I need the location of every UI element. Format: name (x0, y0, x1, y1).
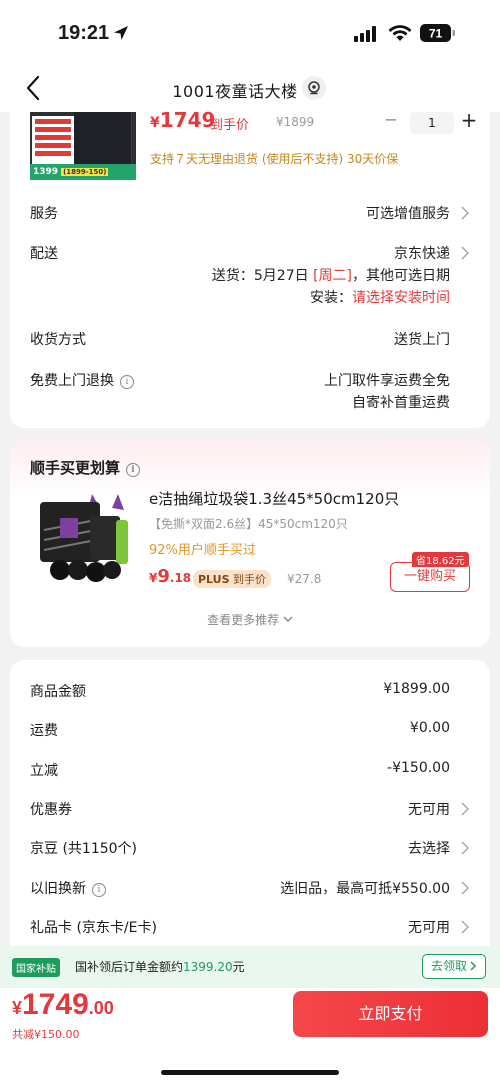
summary-label: 礼品卡 (京东卡/E卡) (30, 920, 157, 936)
status-time: 19:21 (58, 22, 110, 44)
store-location-icon[interactable] (302, 76, 326, 100)
summary-label: 京豆 (共1150个) (30, 841, 138, 857)
price-currency: ¥ (150, 115, 160, 131)
summary-value: 去选择 (408, 841, 450, 857)
summary-value: 无可用 (408, 920, 450, 936)
service-label: 服务 (30, 206, 58, 222)
quantity-stepper: − 1 + (382, 108, 482, 134)
install-line[interactable]: 安装：请选择安装时间 (310, 287, 450, 307)
product-card: 1399 (1899-150) ¥1749 到手价 ¥1899 − 1 + 支持７… (10, 108, 490, 428)
claim-subsidy-button[interactable]: 去领取 (422, 954, 486, 979)
free-return-line2: 自寄补首重运费 (352, 395, 450, 411)
national-subsidy-banner: 国家补贴 国补领后订单金额约1399.20元 去领取 (0, 946, 500, 988)
thumbnail-price-bar: 1399 (1899-150) (30, 164, 136, 180)
chevron-right-icon (461, 206, 470, 220)
addon-original-price: ¥27.8 (287, 572, 322, 586)
summary-label: 运费 (30, 723, 58, 739)
home-indicator[interactable] (161, 1070, 339, 1075)
price-value: 1749 (159, 108, 216, 132)
battery-icon: 71 (420, 24, 455, 42)
summary-value: ¥1899.00 (383, 681, 450, 697)
original-price: ¥1899 (276, 115, 315, 129)
chevron-right-icon (461, 802, 470, 816)
summary-label: 优惠券 (30, 802, 72, 818)
receive-method-label: 收货方式 (30, 332, 86, 348)
chevron-right-icon (470, 961, 477, 971)
summary-label: 商品金额 (30, 684, 86, 700)
increase-quantity-button[interactable]: + (460, 108, 478, 132)
thumbnail-price: 1399 (33, 167, 59, 177)
location-arrow-icon (114, 26, 128, 40)
product-price: ¥1749 (150, 108, 215, 132)
nav-bar: 1001夜童话大楼 (0, 64, 500, 112)
trash-bag-product-image[interactable] (30, 490, 134, 584)
battery-level: 71 (429, 27, 443, 41)
free-return-label: 免费上门退换 i (30, 370, 134, 390)
chevron-right-icon (461, 920, 470, 934)
chevron-right-icon (461, 881, 470, 895)
addon-price-dec: .18 (169, 571, 192, 585)
plus-price-badge: PLUS 到手价 (193, 570, 272, 588)
summary-value: -¥150.00 (387, 760, 450, 776)
price-label: 到手价 (210, 118, 250, 133)
summary-label: 立减 (30, 763, 58, 779)
total-discount: 共减¥150.00 (12, 1028, 80, 1041)
addon-product-name[interactable]: e洁抽绳垃圾袋1.3丝45*50cm120只 (149, 488, 399, 509)
total-int: 1749 (22, 988, 89, 1021)
subsidy-text: 国补领后订单金额约1399.20元 (75, 960, 245, 974)
subsidy-amount: 1399.20 (183, 960, 233, 974)
page-title: 1001夜童话大楼 (0, 78, 500, 102)
quantity-input[interactable]: 1 (410, 112, 454, 134)
wifi-icon (388, 25, 412, 41)
info-icon[interactable]: i (92, 883, 106, 897)
info-icon[interactable]: i (126, 463, 141, 477)
summary-value: ¥0.00 (409, 720, 450, 736)
delivery-date[interactable]: 送货：5月27日 [周二]，其他可选日期 (212, 265, 450, 285)
order-summary-card: 商品金额 ¥1899.00 运费 ¥0.00 立减 -¥150.00 优惠券 无… (10, 660, 490, 950)
chevron-right-icon (461, 841, 470, 855)
install-time-link: 请选择安装时间 (352, 290, 450, 306)
cellular-signal-icon (354, 26, 376, 42)
addon-recommendation-card: 顺手买更划算 i e洁抽绳垃圾袋1.3丝45*50cm120只 【免撕*双面2.6… (10, 440, 490, 647)
install-prefix: 安装： (310, 290, 352, 306)
thumbnail-price-badge: (1899-150) (61, 168, 109, 176)
pay-now-button[interactable]: 立即支付 (293, 991, 488, 1037)
delivery-weekday: [周二] (313, 268, 352, 284)
promo-tag-graphic (32, 116, 74, 164)
delivery-value: 京东快递 (394, 246, 450, 262)
addon-product-spec: 【免撕*双面2.6丝】45*50cm120只 (149, 517, 348, 531)
delivery-date-suffix: ，其他可选日期 (352, 268, 450, 284)
service-value: 可选增值服务 (366, 206, 450, 222)
product-thumbnail[interactable]: 1399 (1899-150) (30, 112, 136, 180)
checkout-footer: ¥1749.00 共减¥150.00 立即支付 (0, 988, 500, 1084)
chevron-down-icon (283, 616, 293, 622)
addon-price: ¥9.18 (149, 566, 192, 587)
status-bar: 19:21 71 (0, 0, 500, 64)
decrease-quantity-button[interactable]: − (382, 110, 400, 129)
summary-value: 选旧品，最高可抵¥550.00 (280, 881, 450, 897)
return-policy-note: 支持７天无理由退货 (使用后不支持) 30天价保 (150, 152, 399, 166)
summary-value: 无可用 (408, 802, 450, 818)
info-icon[interactable]: i (120, 375, 134, 389)
delivery-date-prefix: 送货：5月27日 (211, 268, 314, 284)
total-dec: .00 (88, 998, 114, 1018)
chevron-right-icon (461, 246, 470, 260)
free-return-line1: 上门取件享运费全免 (324, 373, 450, 389)
addon-price-int: 9 (157, 566, 170, 587)
addon-section-title: 顺手买更划算 i (30, 457, 141, 478)
summary-label: 以旧换新 i (30, 878, 106, 898)
total-price: ¥1749.00 (12, 988, 114, 1021)
delivery-label: 配送 (30, 246, 58, 262)
subsidy-badge: 国家补贴 (12, 958, 60, 977)
savings-tag: 省18.62元 (412, 552, 469, 567)
receive-method-value: 送货上门 (394, 332, 450, 348)
addon-popularity: 92%用户顺手买过 (149, 543, 256, 558)
more-recommendations-link[interactable]: 查看更多推荐 (10, 611, 490, 628)
